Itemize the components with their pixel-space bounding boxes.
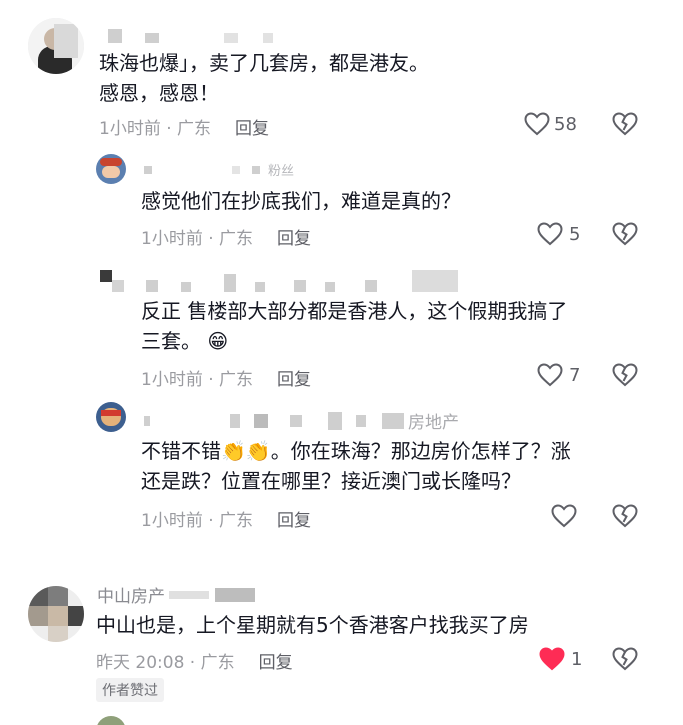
broken-heart-icon bbox=[612, 647, 638, 671]
broken-heart-icon bbox=[612, 363, 638, 387]
like-button[interactable]: 58 bbox=[524, 112, 577, 136]
comment-meta: 1小时前 · 广东 回复 bbox=[141, 506, 311, 531]
comment-text: 不错不错👏👏。你在珠海？那边房价怎样了？涨 还是跌？位置在哪里？接近澳门或长隆吗… bbox=[141, 439, 571, 493]
comment-text: 感觉他们在抄底我们，难道是真的？ bbox=[141, 189, 461, 213]
like-button[interactable]: 7 bbox=[537, 363, 580, 387]
username-suffix: 房地产 bbox=[408, 413, 459, 433]
dislike-button[interactable] bbox=[612, 222, 638, 246]
grin-emoji-icon: 😁 bbox=[207, 329, 229, 353]
avatar[interactable] bbox=[28, 18, 84, 74]
comment-text: 中山也是，上个星期就有5个香港客户找我买了房 bbox=[96, 613, 529, 637]
timestamp-location: 1小时前 · 广东 bbox=[99, 119, 212, 139]
heart-outline-icon bbox=[537, 222, 563, 246]
username-blurred[interactable] bbox=[146, 270, 458, 292]
dislike-button[interactable] bbox=[612, 112, 638, 136]
broken-heart-icon bbox=[612, 222, 638, 246]
like-count: 1 bbox=[571, 648, 583, 670]
username-blurred[interactable]: 粉丝 bbox=[144, 160, 294, 179]
comment-text: 反正 售楼部大部分都是香港人，这个假期我搞了 三套。 😁 bbox=[141, 299, 568, 353]
like-count: 5 bbox=[569, 223, 581, 245]
username-row[interactable]: 中山房产 bbox=[97, 582, 255, 607]
comment-meta: 1小时前 · 广东 回复 bbox=[141, 365, 311, 390]
timestamp-location: 昨天 20:08 · 广东 bbox=[96, 653, 235, 673]
broken-heart-icon bbox=[612, 112, 638, 136]
like-button[interactable]: 1 bbox=[539, 647, 582, 671]
username-blurred[interactable]: 房地产 bbox=[144, 408, 459, 433]
username-suffix: 粉丝 bbox=[268, 164, 295, 179]
like-button[interactable]: 5 bbox=[537, 222, 580, 246]
reply-button[interactable]: 回复 bbox=[277, 229, 311, 249]
heart-outline-icon bbox=[551, 504, 577, 528]
dislike-button[interactable] bbox=[612, 647, 638, 671]
author-liked-badge: 作者赞过 bbox=[96, 678, 164, 702]
timestamp-location: 1小时前 · 广东 bbox=[141, 370, 254, 390]
comment-text: 珠海也爆」，卖了几套房，都是港友。 感恩，感恩！ bbox=[99, 51, 429, 105]
like-count: 7 bbox=[569, 364, 581, 386]
comment-meta: 昨天 20:08 · 广东 回复 bbox=[96, 648, 293, 673]
like-button[interactable] bbox=[551, 504, 577, 528]
heart-outline-icon bbox=[537, 363, 563, 387]
like-count: 58 bbox=[554, 113, 577, 135]
reply-button[interactable]: 回复 bbox=[259, 653, 293, 673]
comment-meta: 1小时前 · 广东 回复 bbox=[99, 114, 269, 139]
avatar[interactable] bbox=[96, 402, 126, 432]
username: 中山房产 bbox=[97, 587, 165, 607]
timestamp-location: 1小时前 · 广东 bbox=[141, 229, 254, 249]
dislike-button[interactable] bbox=[612, 504, 638, 528]
avatar[interactable] bbox=[96, 154, 126, 184]
username-blurred[interactable] bbox=[108, 28, 274, 44]
avatar[interactable] bbox=[100, 270, 128, 298]
heart-filled-icon bbox=[539, 647, 565, 671]
dislike-button[interactable] bbox=[612, 363, 638, 387]
reply-button[interactable]: 回复 bbox=[277, 511, 311, 531]
broken-heart-icon bbox=[612, 504, 638, 528]
reply-button[interactable]: 回复 bbox=[235, 119, 269, 139]
comment-meta: 1小时前 · 广东 回复 bbox=[141, 224, 311, 249]
reply-button[interactable]: 回复 bbox=[277, 370, 311, 390]
timestamp-location: 1小时前 · 广东 bbox=[141, 511, 254, 531]
avatar[interactable] bbox=[28, 586, 84, 642]
heart-outline-icon bbox=[524, 112, 550, 136]
avatar[interactable] bbox=[96, 716, 126, 725]
